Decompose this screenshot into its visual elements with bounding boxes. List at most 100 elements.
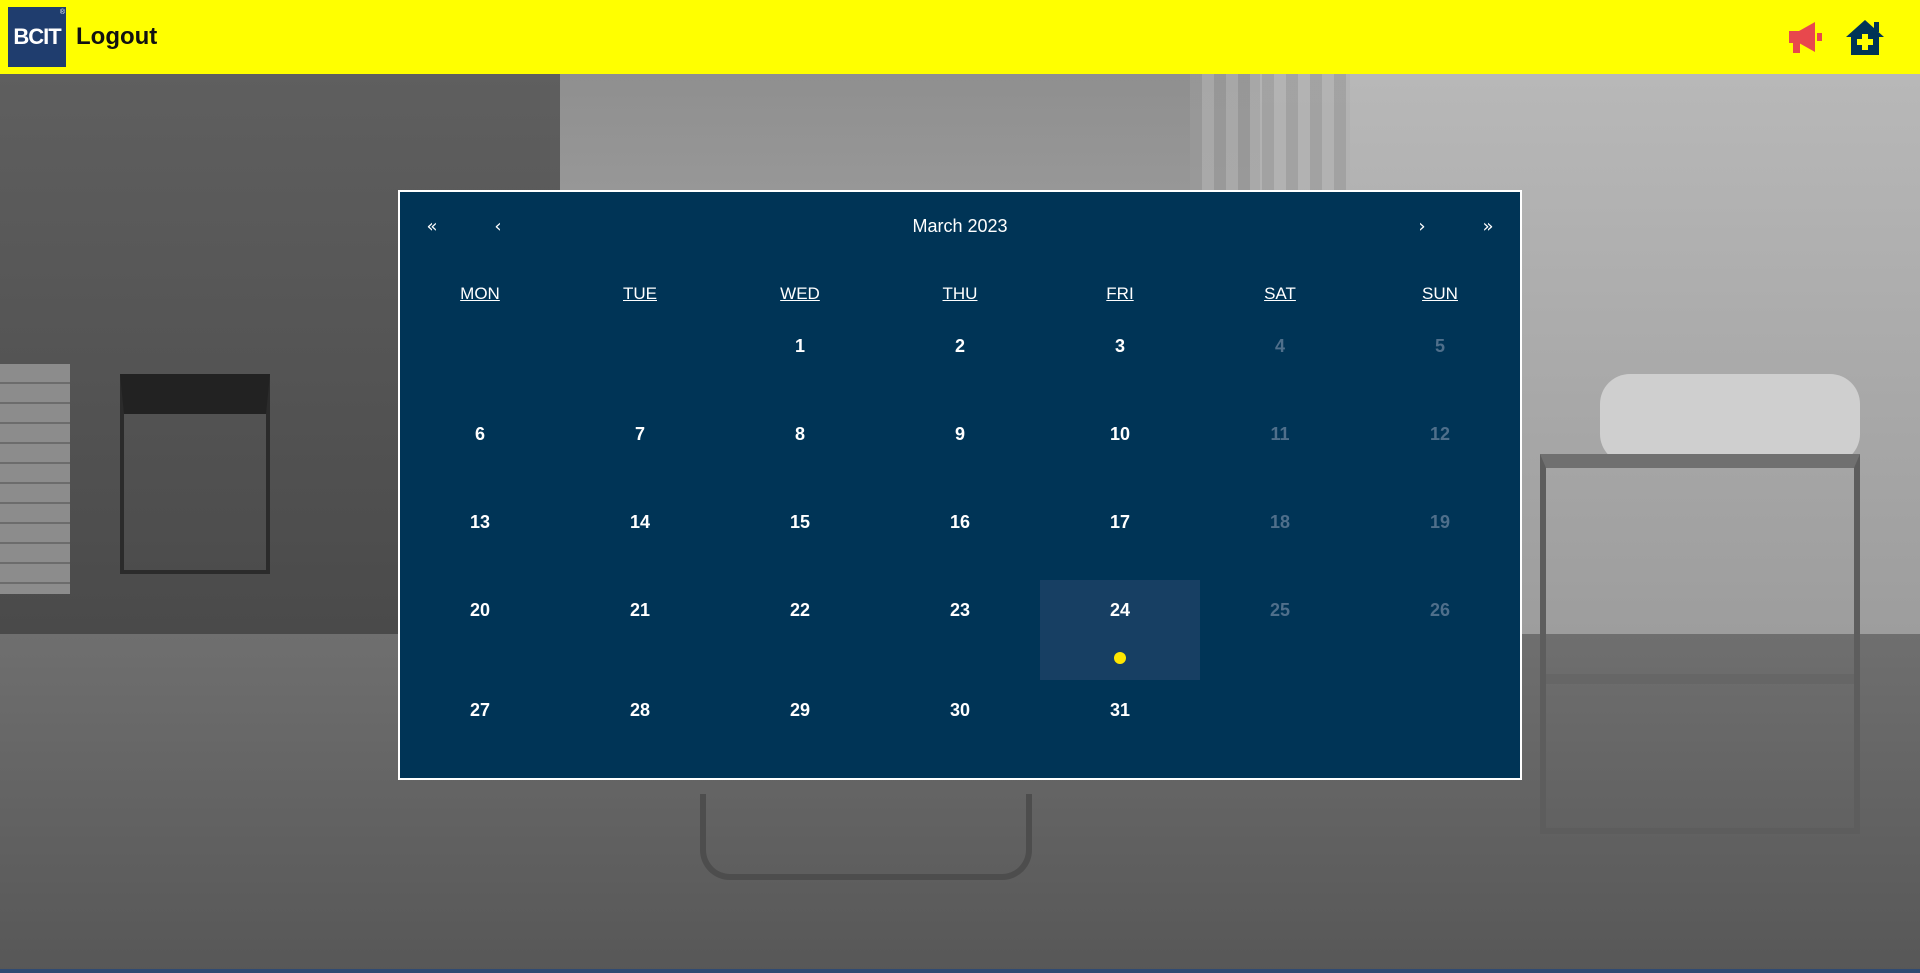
day-number: 28 [629, 700, 651, 720]
house-plus-icon [1846, 20, 1884, 55]
bottom-strip [0, 969, 1920, 973]
calendar-day-8[interactable]: 8 [720, 404, 880, 492]
day-number: 31 [1109, 700, 1131, 720]
announcement-button[interactable] [1780, 12, 1830, 62]
day-number: 22 [789, 600, 811, 620]
weekday-wed: WED [780, 284, 820, 303]
logout-link[interactable]: Logout [76, 23, 157, 51]
calendar-day-23[interactable]: 23 [880, 580, 1040, 668]
calendar-day-10[interactable]: 10 [1040, 404, 1200, 492]
scene-bassinet [1600, 374, 1860, 464]
day-number: 18 [1269, 512, 1291, 532]
calendar-day-29[interactable]: 29 [720, 680, 880, 768]
megaphone-icon [1789, 22, 1822, 53]
day-number: 23 [949, 600, 971, 620]
calendar-day-14[interactable]: 14 [560, 492, 720, 580]
calendar-day-28[interactable]: 28 [560, 680, 720, 768]
calendar-day-15[interactable]: 15 [720, 492, 880, 580]
calendar-day-30[interactable]: 30 [880, 680, 1040, 768]
calendar-day-9[interactable]: 9 [880, 404, 1040, 492]
day-number: 1 [794, 336, 805, 356]
next-year-button[interactable]: » [1468, 206, 1508, 246]
calendar-day-1[interactable]: 1 [720, 316, 880, 404]
calendar-day-empty [560, 316, 720, 404]
day-number: 15 [789, 512, 811, 532]
day-number: 24 [1109, 600, 1131, 620]
calendar-day-5[interactable]: 5 [1360, 316, 1520, 404]
scene-cart [1540, 454, 1860, 834]
calendar-day-13[interactable]: 13 [400, 492, 560, 580]
weekday-tue: TUE [623, 284, 657, 303]
logo-trademark: ® [59, 9, 65, 16]
day-number: 8 [794, 424, 805, 444]
calendar-day-19[interactable]: 19 [1360, 492, 1520, 580]
calendar: « ‹ March 2023 › » MON TUE WED THU FRI SAT SUN… [398, 190, 1522, 780]
day-number: 9 [954, 424, 965, 444]
calendar-day-20[interactable]: 20 [400, 580, 560, 668]
calendar-day-31[interactable]: 31 [1040, 680, 1200, 768]
weekday-mon: MON [460, 284, 500, 303]
weekday-fri: FRI [1106, 284, 1134, 303]
scene-cart-shelf [1546, 674, 1854, 684]
top-bar: BCIT ® Logout [0, 0, 1920, 74]
calendar-day-22[interactable]: 22 [720, 580, 880, 668]
day-number: 30 [949, 700, 971, 720]
day-number: 19 [1429, 512, 1451, 532]
calendar-day-empty [400, 316, 560, 404]
calendar-day-4[interactable]: 4 [1200, 316, 1360, 404]
calendar-day-21[interactable]: 21 [560, 580, 720, 668]
day-number: 21 [629, 600, 651, 620]
day-number: 7 [634, 424, 645, 444]
day-number: 13 [469, 512, 491, 532]
day-number: 10 [1109, 424, 1131, 444]
weekday-header: MON TUE WED THU FRI SAT SUN [400, 284, 1520, 304]
calendar-title[interactable]: March 2023 [892, 206, 1027, 246]
calendar-day-26[interactable]: 26 [1360, 580, 1520, 668]
weekday-thu: THU [942, 284, 978, 303]
day-number: 25 [1269, 600, 1291, 620]
day-number: 14 [629, 512, 651, 532]
day-number: 6 [474, 424, 485, 444]
scene-drawers [0, 364, 70, 594]
prev-month-button[interactable]: ‹ [478, 206, 518, 246]
day-number: 5 [1434, 336, 1445, 356]
day-number: 12 [1429, 424, 1451, 444]
day-number: 3 [1114, 336, 1125, 356]
calendar-day-27[interactable]: 27 [400, 680, 560, 768]
prev-year-button[interactable]: « [412, 206, 452, 246]
calendar-day-2[interactable]: 2 [880, 316, 1040, 404]
calendar-navigation: « ‹ March 2023 › » [400, 192, 1520, 262]
logo-text: BCIT [13, 24, 61, 49]
weekday-sun: SUN [1422, 284, 1458, 303]
scene-bed-frame [700, 794, 1032, 880]
calendar-day-18[interactable]: 18 [1200, 492, 1360, 580]
calendar-day-24[interactable]: 24 [1040, 580, 1200, 680]
day-number: 2 [954, 336, 965, 356]
next-month-button[interactable]: › [1402, 206, 1442, 246]
calendar-grid: 1 2 3 4 5 6 7 8 9 10 11 12 13 14 15 16 17 18 19 20 21 22 23 24 2… [400, 316, 1520, 768]
home-add-button[interactable] [1840, 12, 1890, 62]
calendar-day-16[interactable]: 16 [880, 492, 1040, 580]
day-number: 20 [469, 600, 491, 620]
calendar-day-25[interactable]: 25 [1200, 580, 1360, 668]
calendar-day-empty [1360, 680, 1520, 768]
bcit-logo: BCIT ® [8, 7, 66, 67]
scene-wheelchair [120, 374, 270, 574]
day-number: 29 [789, 700, 811, 720]
header-actions [1780, 12, 1890, 62]
day-number: 16 [949, 512, 971, 532]
calendar-day-12[interactable]: 12 [1360, 404, 1520, 492]
day-number: 11 [1270, 424, 1290, 444]
calendar-day-7[interactable]: 7 [560, 404, 720, 492]
calendar-day-empty [1200, 680, 1360, 768]
calendar-day-11[interactable]: 11 [1200, 404, 1360, 492]
calendar-day-6[interactable]: 6 [400, 404, 560, 492]
calendar-day-3[interactable]: 3 [1040, 316, 1200, 404]
day-number: 4 [1274, 336, 1285, 356]
day-number: 17 [1109, 512, 1131, 532]
weekday-sat: SAT [1264, 284, 1296, 303]
calendar-day-17[interactable]: 17 [1040, 492, 1200, 580]
event-dot-icon [1114, 652, 1126, 664]
day-number: 27 [469, 700, 491, 720]
day-number: 26 [1429, 600, 1451, 620]
